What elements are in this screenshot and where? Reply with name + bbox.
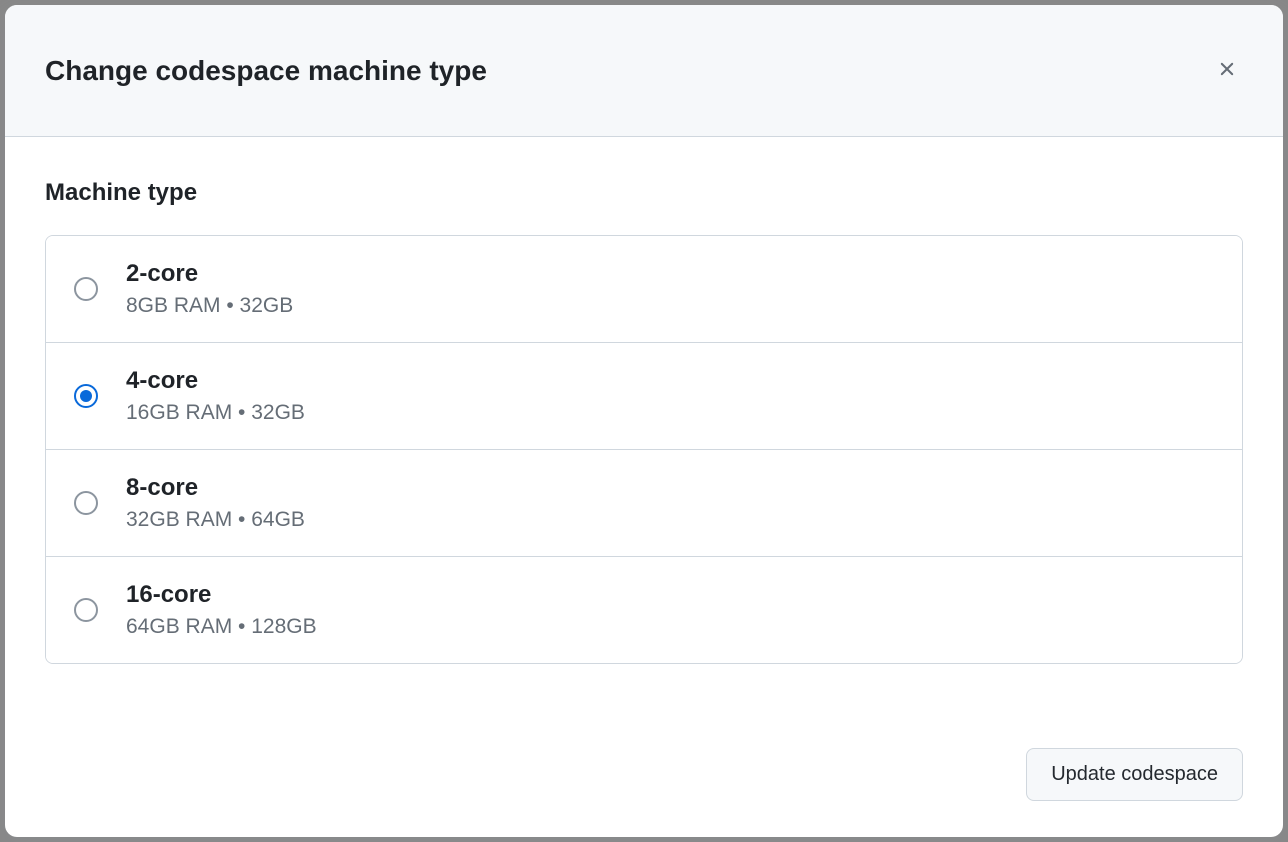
option-title: 16-core (126, 581, 317, 609)
close-icon (1216, 58, 1238, 83)
dialog-body: Machine type 2-core 8GB RAM • 32GB 4-cor… (5, 137, 1283, 724)
radio-input[interactable] (74, 384, 98, 408)
radio-input[interactable] (74, 277, 98, 301)
change-machine-type-dialog: Change codespace machine type Machine ty… (5, 5, 1283, 837)
option-text: 2-core 8GB RAM • 32GB (126, 260, 293, 318)
close-button[interactable] (1207, 51, 1247, 91)
radio-input[interactable] (74, 491, 98, 515)
machine-type-options: 2-core 8GB RAM • 32GB 4-core 16GB RAM • … (45, 235, 1243, 664)
dialog-footer: Update codespace (5, 724, 1283, 837)
option-detail: 16GB RAM • 32GB (126, 401, 305, 425)
dialog-header: Change codespace machine type (5, 5, 1283, 137)
option-detail: 32GB RAM • 64GB (126, 508, 305, 532)
update-codespace-button[interactable]: Update codespace (1026, 748, 1243, 801)
option-text: 4-core 16GB RAM • 32GB (126, 367, 305, 425)
option-detail: 64GB RAM • 128GB (126, 615, 317, 639)
option-title: 2-core (126, 260, 293, 288)
radio-input[interactable] (74, 598, 98, 622)
dialog-title: Change codespace machine type (45, 55, 487, 87)
option-title: 4-core (126, 367, 305, 395)
option-2-core[interactable]: 2-core 8GB RAM • 32GB (46, 236, 1242, 343)
option-4-core[interactable]: 4-core 16GB RAM • 32GB (46, 343, 1242, 450)
option-8-core[interactable]: 8-core 32GB RAM • 64GB (46, 450, 1242, 557)
machine-type-heading: Machine type (45, 179, 1243, 207)
option-text: 16-core 64GB RAM • 128GB (126, 581, 317, 639)
option-detail: 8GB RAM • 32GB (126, 294, 293, 318)
option-16-core[interactable]: 16-core 64GB RAM • 128GB (46, 557, 1242, 663)
option-title: 8-core (126, 474, 305, 502)
option-text: 8-core 32GB RAM • 64GB (126, 474, 305, 532)
